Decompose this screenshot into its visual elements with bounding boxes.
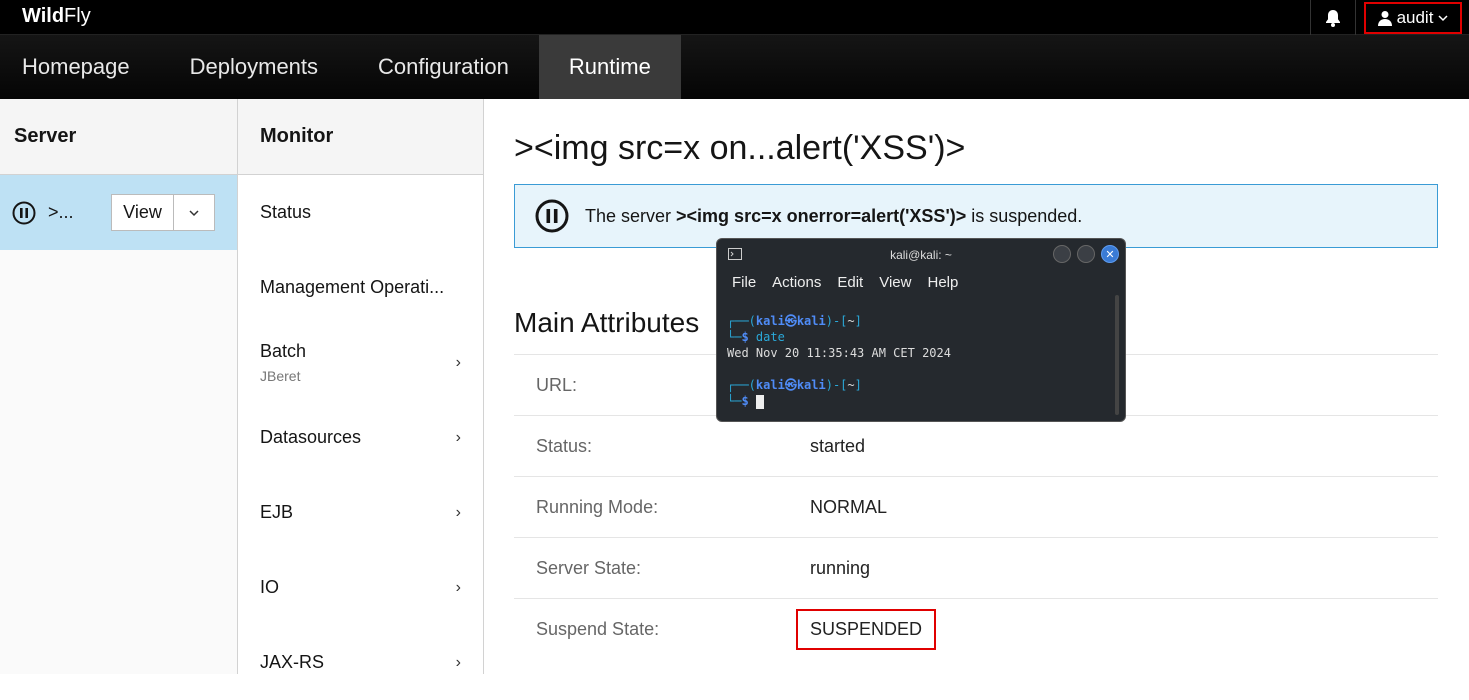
monitor-item-ejb[interactable]: EJB › [238, 475, 483, 550]
menu-view[interactable]: View [879, 274, 911, 291]
prompt-user: kali [755, 314, 785, 328]
monitor-item-label: Datasources [260, 427, 362, 447]
monitor-item-status[interactable]: Status [238, 175, 483, 250]
server-name: >... [48, 202, 74, 222]
user-name: audit [1396, 8, 1434, 27]
chevron-right-icon: › [455, 353, 461, 371]
text-cursor [755, 394, 764, 409]
chevron-down-icon [1438, 15, 1448, 22]
monitor-item-label: Batch [260, 341, 307, 361]
maximize-button[interactable] [1077, 245, 1095, 263]
terminal-menubar: File Actions Edit View Help [717, 271, 1125, 293]
menu-file[interactable]: File [732, 274, 756, 291]
brand-bold: Wild [22, 5, 65, 27]
nav-runtime[interactable]: Runtime [538, 35, 681, 99]
terminal-output[interactable]: ┌──(kali㉿kali)-[~] └─$ date Wed Nov 20 1… [727, 313, 951, 409]
attribute-key: Server State: [536, 557, 642, 578]
terminal-icon [728, 248, 742, 260]
terminal-title: kali@kali: ~ [890, 248, 952, 262]
view-button[interactable]: View [112, 195, 174, 230]
menu-help[interactable]: Help [927, 274, 958, 291]
monitor-item-batch[interactable]: Batch JBeret › [238, 325, 483, 400]
page-title: ><img src=x on...alert('XSS')> [514, 129, 966, 167]
main-attributes-heading: Main Attributes [514, 307, 700, 338]
main-nav: Homepage Deployments Configuration Runti… [0, 35, 1469, 99]
close-icon: ✕ [1105, 248, 1115, 261]
monitor-item-label: Status [260, 202, 312, 222]
typed-command: date [755, 330, 785, 344]
monitor-item-label: IO [260, 577, 280, 597]
attribute-value: SUSPENDED [796, 608, 937, 650]
nav-homepage[interactable]: Homepage [0, 35, 160, 99]
nav-deployments[interactable]: Deployments [160, 35, 348, 99]
window-buttons: ✕ [1053, 245, 1119, 263]
chevron-right-icon: › [455, 653, 461, 671]
monitor-item-jax-rs[interactable]: JAX-RS › [238, 625, 483, 700]
server-column-title: Server [0, 99, 237, 175]
top-bar: WildFly audit [0, 0, 1469, 35]
attribute-value: running [810, 557, 871, 578]
brand-logo[interactable]: WildFly [22, 5, 91, 28]
prompt-host: kali [796, 378, 826, 392]
monitor-item-label: JAX-RS [260, 652, 325, 672]
monitor-item-sublabel: JBeret [260, 368, 301, 384]
server-row[interactable]: >... View [0, 175, 237, 250]
terminal-scrollbar[interactable] [1115, 295, 1119, 415]
brand-normal: Fly [64, 5, 91, 27]
menu-edit[interactable]: Edit [837, 274, 863, 291]
monitor-item-label: EJB [260, 502, 294, 522]
prompt-host: kali [796, 314, 826, 328]
terminal-window[interactable]: kali@kali: ~ ✕ File Actions Edit View He… [716, 238, 1126, 422]
server-column: Server >... View [0, 99, 238, 674]
command-output: Wed Nov 20 11:35:43 AM CET 2024 [727, 346, 951, 360]
close-button[interactable]: ✕ [1101, 245, 1119, 263]
view-dropdown-button[interactable] [174, 195, 214, 230]
notifications-bell-icon[interactable] [1310, 0, 1356, 35]
pause-icon [12, 201, 36, 224]
attribute-key: Running Mode: [536, 496, 659, 517]
attribute-row-status: Status: started [514, 415, 1438, 476]
minimize-button[interactable] [1053, 245, 1071, 263]
chevron-right-icon: › [455, 428, 461, 446]
monitor-item-management-operations[interactable]: Management Operati... [238, 250, 483, 325]
prompt-dir: ~ [847, 378, 855, 392]
menu-actions[interactable]: Actions [772, 274, 821, 291]
monitor-item-label: Management Operati... [260, 277, 445, 297]
attribute-value: started [810, 435, 866, 456]
view-split-button: View [111, 194, 215, 231]
prompt-dir: ~ [847, 314, 855, 328]
attribute-row-running-mode: Running Mode: NORMAL [514, 476, 1438, 537]
attribute-value: NORMAL [810, 496, 888, 517]
alert-prefix: The server [585, 205, 677, 226]
monitor-column-title: Monitor [238, 99, 483, 175]
alert-server-name: ><img src=x onerror=alert('XSS')> [676, 205, 967, 226]
monitor-column: Monitor Status Management Operati... Bat… [238, 99, 484, 674]
alert-suffix: is suspended. [966, 205, 1083, 226]
attribute-row-suspend-state: Suspend State: SUSPENDED [514, 598, 1438, 659]
attribute-key: Status: [536, 435, 593, 456]
prompt-user: kali [755, 378, 785, 392]
alert-message: The server ><img src=x onerror=alert('XS… [585, 206, 1082, 227]
terminal-titlebar[interactable]: kali@kali: ~ ✕ [717, 239, 1125, 271]
chevron-right-icon: › [455, 578, 461, 596]
pause-icon [535, 199, 569, 233]
chevron-right-icon: › [455, 503, 461, 521]
nav-configuration[interactable]: Configuration [348, 35, 539, 99]
attribute-row-server-state: Server State: running [514, 537, 1438, 598]
monitor-item-io[interactable]: IO › [238, 550, 483, 625]
user-menu[interactable]: audit [1364, 2, 1462, 34]
attribute-key: Suspend State: [536, 618, 660, 639]
monitor-item-datasources[interactable]: Datasources › [238, 400, 483, 475]
user-icon [1377, 11, 1392, 26]
chevron-down-icon [189, 209, 199, 216]
